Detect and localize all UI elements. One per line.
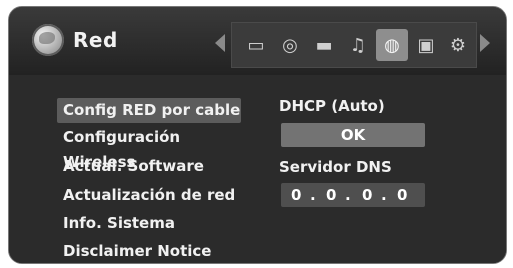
- dns-octet-2[interactable]: 0: [326, 183, 336, 207]
- dns-octet-1[interactable]: 0: [291, 183, 301, 207]
- dhcp-label: DHCP (Auto): [279, 97, 385, 115]
- page-title: Red: [73, 28, 118, 52]
- menu-item-disclaimer[interactable]: Disclaimer Notice: [57, 239, 241, 263]
- menu-item-wireless[interactable]: Configuración Wireless: [57, 125, 241, 171]
- menu-item-software[interactable]: Actual. Software: [57, 154, 241, 179]
- menu-item-config-red[interactable]: Config RED por cable: [57, 98, 241, 123]
- dns-separator: .: [381, 186, 387, 204]
- dns-field[interactable]: 0 . 0 . 0 . 0: [281, 183, 425, 207]
- left-arrow-icon[interactable]: [215, 34, 225, 52]
- dns-separator: .: [345, 186, 351, 204]
- dns-octet-4[interactable]: 0: [397, 183, 407, 207]
- dns-octet-3[interactable]: 0: [362, 183, 372, 207]
- dns-separator: .: [310, 186, 316, 204]
- menu-item-system-info[interactable]: Info. Sistema: [57, 211, 241, 236]
- gear-icon[interactable]: ⚙: [442, 29, 474, 61]
- menu-item-network-update[interactable]: Actualización de red: [57, 183, 241, 208]
- display-icon[interactable]: ▬: [308, 29, 340, 61]
- network-icon[interactable]: ◍: [376, 29, 408, 61]
- ok-button[interactable]: OK: [281, 123, 425, 147]
- tv-icon[interactable]: ▭: [240, 29, 272, 61]
- disc-icon[interactable]: ◎: [274, 29, 306, 61]
- dns-label: Servidor DNS: [279, 158, 392, 176]
- lock-icon[interactable]: ▣: [410, 29, 442, 61]
- category-icon-strip: ▭ ◎ ▬ ♫ ◍ ▣ ⚙: [231, 22, 477, 68]
- network-globe-icon: [32, 24, 64, 56]
- audio-icon[interactable]: ♫: [342, 29, 374, 61]
- right-arrow-icon[interactable]: [480, 34, 490, 52]
- settings-screen: Red ▭ ◎ ▬ ♫ ◍ ▣ ⚙ Config RED por cable C…: [8, 6, 507, 264]
- tv-frame: Red ▭ ◎ ▬ ♫ ◍ ▣ ⚙ Config RED por cable C…: [0, 0, 513, 268]
- header: Red ▭ ◎ ▬ ♫ ◍ ▣ ⚙: [9, 7, 506, 75]
